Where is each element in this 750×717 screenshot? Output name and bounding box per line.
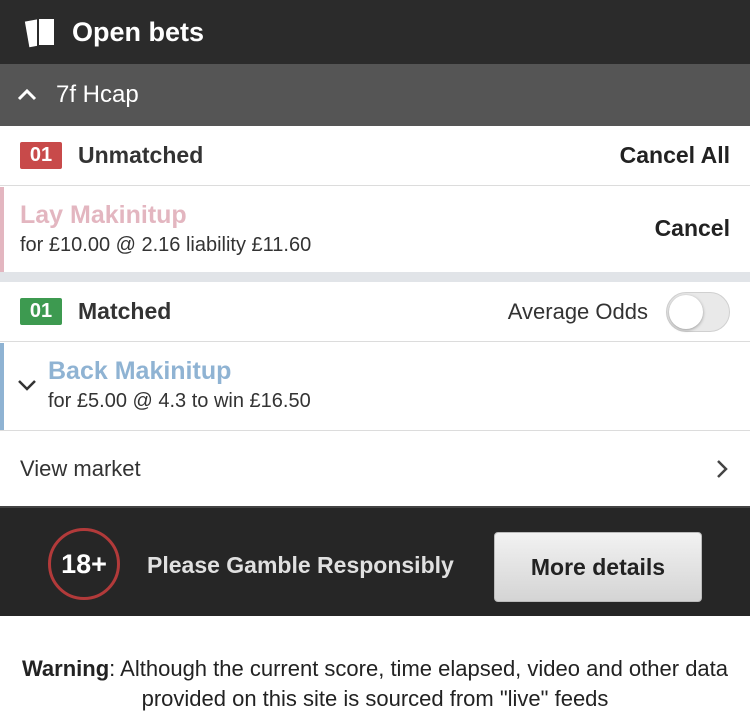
matched-section-header: 01 Matched Average Odds bbox=[0, 282, 750, 342]
market-name: 7f Hcap bbox=[56, 81, 139, 108]
lay-bet-title: Lay Makinitup bbox=[20, 201, 187, 229]
back-bet-title: Back Makinitup bbox=[48, 357, 232, 385]
back-bet-detail: for £5.00 @ 4.3 to win £16.50 bbox=[48, 390, 311, 412]
matched-label: Matched bbox=[78, 298, 172, 324]
unmatched-section-header: 01 Unmatched Cancel All bbox=[0, 126, 750, 186]
age-18-badge: 18+ bbox=[48, 528, 120, 600]
cancel-all-button[interactable]: Cancel All bbox=[620, 142, 730, 169]
matched-bet-row[interactable]: Back Makinitup for £5.00 @ 4.3 to win £1… bbox=[0, 343, 750, 430]
cancel-bet-button[interactable]: Cancel bbox=[655, 215, 730, 242]
page-title: Open bets bbox=[72, 16, 205, 47]
chevron-right-icon bbox=[717, 459, 728, 478]
chevron-up-icon bbox=[17, 88, 37, 101]
average-odds-toggle[interactable] bbox=[666, 291, 730, 332]
market-collapse-bar[interactable]: 7f Hcap bbox=[0, 64, 750, 126]
open-bets-header: Open bets bbox=[0, 0, 750, 64]
unmatched-bet-row: Lay Makinitup for £10.00 @ 2.16 liabilit… bbox=[0, 187, 750, 272]
more-details-button[interactable]: More details bbox=[494, 532, 702, 602]
lay-bet-detail: for £10.00 @ 2.16 liability £11.60 bbox=[20, 234, 312, 256]
warning-label: Warning bbox=[21, 656, 110, 681]
warning-text: : Although the current score, time elaps… bbox=[109, 656, 729, 711]
unmatched-count-badge: 01 bbox=[20, 142, 62, 169]
matched-count-badge: 01 bbox=[20, 298, 62, 325]
average-odds-label: Average Odds bbox=[507, 298, 648, 324]
section-divider bbox=[0, 272, 750, 282]
live-data-warning: Warning: Although the current score, tim… bbox=[0, 654, 750, 714]
chevron-down-icon[interactable] bbox=[16, 377, 38, 393]
toggle-knob bbox=[669, 294, 703, 329]
gamble-responsibly-text: Please Gamble Responsibly bbox=[147, 552, 454, 578]
betslip-icon bbox=[24, 17, 56, 48]
responsible-gambling-footer: 18+ Please Gamble Responsibly More detai… bbox=[0, 506, 750, 616]
view-market-link[interactable]: View market bbox=[0, 430, 750, 506]
unmatched-label: Unmatched bbox=[78, 142, 204, 168]
view-market-label: View market bbox=[20, 455, 141, 481]
